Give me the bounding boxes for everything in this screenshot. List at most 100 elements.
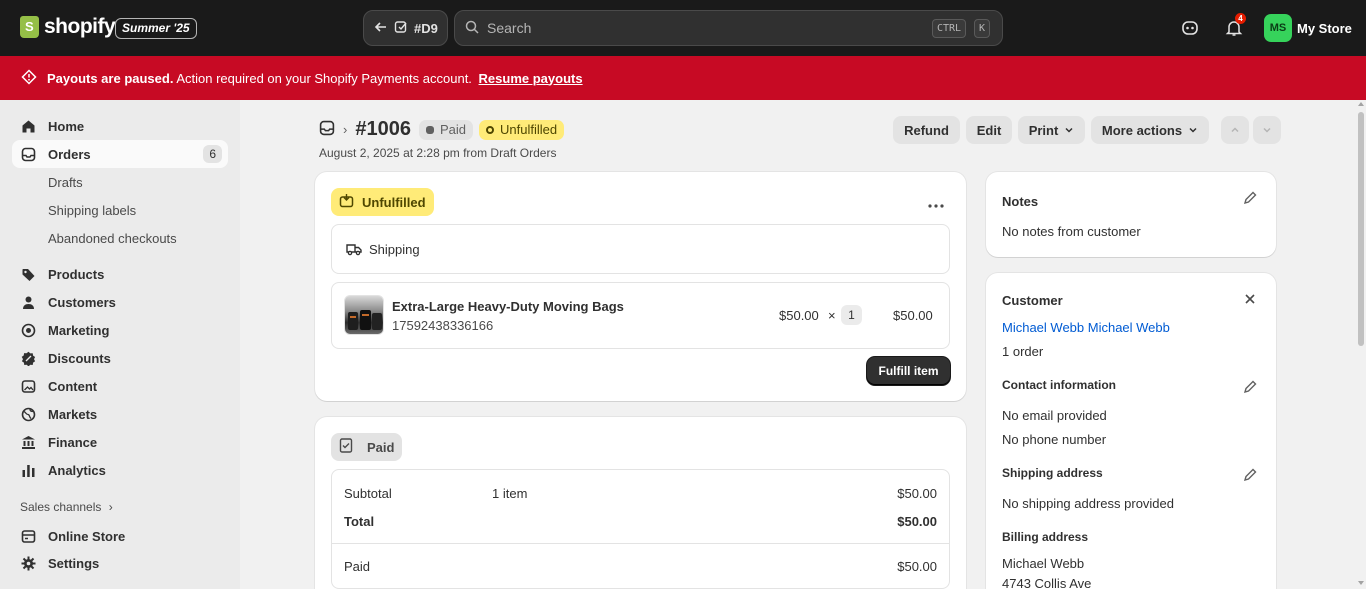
payment-status-text: Paid: [439, 122, 466, 137]
sidebar-label: Settings: [48, 555, 100, 571]
notes-text: No notes from customer: [1002, 224, 1141, 239]
sidebar-label: Analytics: [48, 462, 106, 478]
shipping-address-title: Shipping address: [1002, 466, 1103, 480]
edition-badge[interactable]: Summer '25: [115, 18, 197, 39]
sidekick-icon[interactable]: [1178, 16, 1202, 40]
payment-summary-box: Subtotal 1 item $50.00 Total $50.00 Paid…: [331, 469, 950, 589]
pencil-icon[interactable]: [1242, 379, 1258, 395]
shopify-bag-icon: [20, 16, 39, 38]
sidebar-item-finance[interactable]: Finance: [12, 428, 228, 456]
draft-label: #D9: [414, 20, 438, 36]
sidebar-label: Markets: [48, 406, 98, 422]
sidebar-label: Marketing: [48, 322, 110, 338]
chevron-down-icon: [1262, 123, 1272, 138]
draft-back-pill[interactable]: #D9: [363, 10, 448, 46]
status-ring-icon: [486, 125, 494, 134]
fulfillment-status-text: Unfulfilled: [500, 122, 558, 137]
search-placeholder: Search: [487, 20, 532, 36]
shopify-logo[interactable]: shopify: [20, 15, 116, 39]
pencil-icon[interactable]: [1242, 467, 1258, 483]
sales-channels-header[interactable]: Sales channels ›: [20, 500, 113, 514]
sidebar-item-home[interactable]: Home: [12, 112, 228, 140]
edit-button[interactable]: Edit: [966, 116, 1012, 144]
more-actions-label: More actions: [1101, 122, 1183, 138]
top-bar: shopify Summer '25 #D9 Search CTRL K 4 M…: [0, 0, 1366, 56]
alert-diamond-icon: [21, 68, 37, 88]
sidebar-label: Discounts: [48, 350, 111, 366]
next-order-button[interactable]: [1253, 116, 1281, 144]
line-item-row: Extra-Large Heavy-Duty Moving Bags 17592…: [331, 282, 950, 349]
pencil-icon[interactable]: [1242, 190, 1258, 206]
arrow-left-icon: [374, 20, 388, 37]
sidebar-item-customers[interactable]: Customers: [12, 288, 228, 316]
print-button[interactable]: Print: [1018, 116, 1085, 144]
storefront-icon: [20, 528, 36, 544]
breadcrumb-chevron-icon: ›: [343, 122, 348, 137]
resume-payouts-link[interactable]: Resume payouts: [479, 71, 583, 86]
close-icon[interactable]: [1244, 293, 1256, 308]
orders-inbox-icon[interactable]: [319, 120, 335, 139]
store-menu[interactable]: MS My Store: [1264, 14, 1352, 42]
unfulfilled-icon: [339, 193, 354, 211]
scroll-down-arrow-icon[interactable]: [1358, 581, 1364, 585]
refund-button[interactable]: Refund: [893, 116, 960, 144]
sidebar-item-products[interactable]: Products: [12, 260, 228, 288]
sidebar-item-discounts[interactable]: Discounts: [12, 344, 228, 372]
sidebar-label: Home: [48, 118, 85, 134]
sidebar-label: Orders: [48, 146, 91, 162]
fulfillment-card: Unfulfilled Shipping Extra-Large Heavy-D…: [315, 172, 966, 401]
shipping-address-text: No shipping address provided: [1002, 496, 1174, 511]
sidebar-item-orders[interactable]: Orders 6: [12, 140, 228, 168]
sidebar-label: Online Store: [48, 528, 126, 544]
search-bar[interactable]: Search CTRL K: [454, 10, 1003, 46]
scrollbar-thumb[interactable]: [1358, 112, 1364, 346]
subtotal-label: Subtotal: [344, 486, 392, 501]
scroll-up-arrow-icon[interactable]: [1358, 102, 1364, 106]
page-scrollbar[interactable]: [1356, 100, 1366, 589]
sidebar-item-shipping-labels[interactable]: Shipping labels: [48, 203, 136, 218]
chevron-down-icon: [1188, 123, 1198, 138]
product-name-link[interactable]: Extra-Large Heavy-Duty Moving Bags: [392, 299, 624, 314]
paid-label: Paid: [344, 559, 371, 574]
banner-message: Action required on your Shopify Payments…: [176, 70, 472, 86]
globe-icon: [20, 406, 36, 422]
sidebar-item-marketing[interactable]: Marketing: [12, 316, 228, 344]
page-title: #1006: [355, 118, 411, 140]
page-title-row: › #1006 Paid Unfulfilled: [319, 118, 565, 141]
status-dot-icon: [425, 125, 434, 134]
customer-orders-count: 1 order: [1002, 344, 1044, 359]
customer-title: Customer: [1002, 293, 1063, 308]
content-icon: [20, 378, 36, 394]
chevron-right-icon: ›: [108, 500, 113, 514]
bar-chart-icon: [20, 462, 36, 478]
paid-amount: $50.00: [897, 559, 937, 574]
orders-count-badge: 6: [203, 145, 222, 163]
sidebar-item-settings[interactable]: Settings: [12, 549, 228, 577]
sidebar-item-abandoned-checkouts[interactable]: Abandoned checkouts: [48, 231, 177, 246]
more-actions-button[interactable]: More actions: [1091, 116, 1209, 144]
logo-text: shopify: [44, 15, 116, 38]
receipt-check-icon: [339, 438, 353, 456]
sidebar-item-drafts[interactable]: Drafts: [48, 175, 83, 190]
sidebar-item-analytics[interactable]: Analytics: [12, 456, 228, 484]
sidebar-item-online-store[interactable]: Online Store: [12, 522, 228, 550]
product-thumbnail[interactable]: [344, 295, 384, 335]
chevron-down-icon: [1064, 123, 1074, 138]
store-avatar: MS: [1264, 14, 1292, 42]
sidebar-item-content[interactable]: Content: [12, 372, 228, 400]
quantity-badge: 1: [841, 305, 862, 325]
inbox-icon: [20, 146, 36, 162]
payment-card: Paid Subtotal 1 item $50.00 Total $50.00…: [315, 417, 966, 589]
payouts-banner: Payouts are paused. Action required on y…: [0, 56, 1366, 100]
previous-order-button[interactable]: [1221, 116, 1249, 144]
sidebar: Home Orders 6 Drafts Shipping labels Aba…: [0, 100, 240, 589]
fulfill-item-button[interactable]: Fulfill item: [867, 357, 950, 385]
sidebar-item-markets[interactable]: Markets: [12, 400, 228, 428]
search-icon: [465, 20, 479, 37]
customer-name-link[interactable]: Michael Webb Michael Webb: [1002, 320, 1170, 335]
more-options-icon[interactable]: [927, 198, 945, 208]
chevron-up-icon: [1230, 123, 1240, 138]
billing-address-title: Billing address: [1002, 530, 1089, 544]
bell-icon[interactable]: 4: [1222, 13, 1246, 40]
subtotal-amount: $50.00: [897, 486, 937, 501]
